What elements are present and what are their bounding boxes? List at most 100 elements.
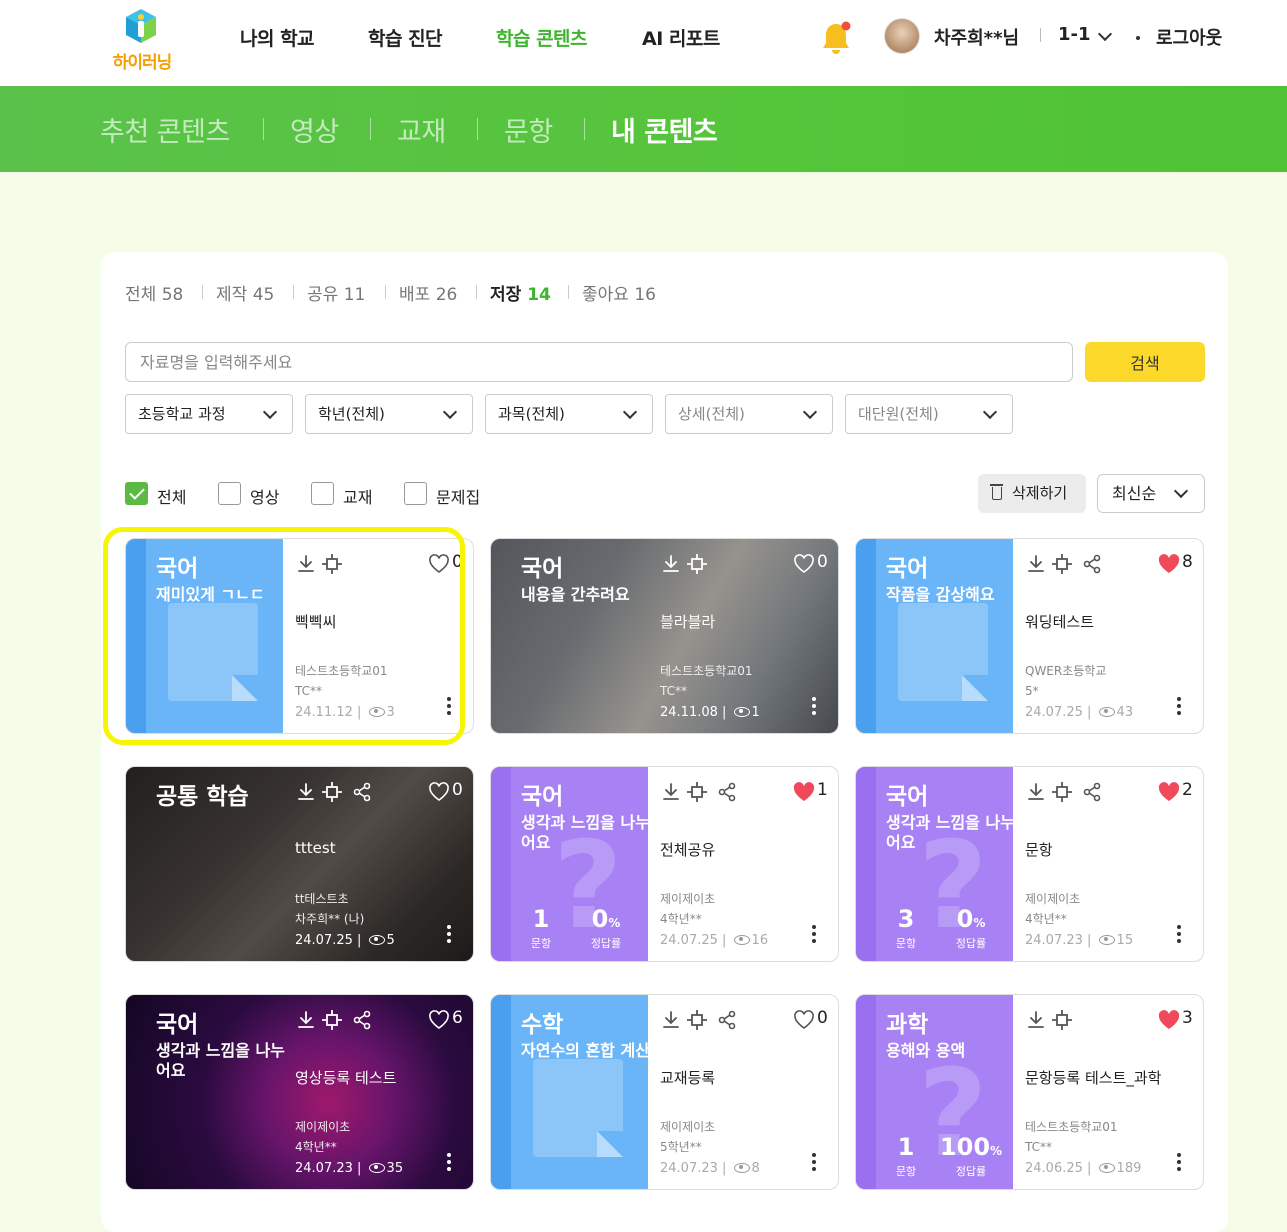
- more-icon[interactable]: [812, 1153, 816, 1175]
- card-subject: 국어: [156, 556, 199, 582]
- move-icon[interactable]: [1051, 553, 1073, 575]
- content-card[interactable]: 국어 내용을 간추려요 0 블라블라 테스트초등학교01 TC** 24.11.0…: [490, 538, 839, 734]
- download-icon[interactable]: [295, 1009, 317, 1031]
- heart-icon: [1158, 782, 1180, 802]
- share-icon[interactable]: [351, 1009, 373, 1031]
- page-icon: [898, 603, 988, 701]
- download-icon[interactable]: [660, 781, 682, 803]
- nav-my-school[interactable]: 나의 학교: [240, 24, 315, 51]
- search-button[interactable]: 검색: [1085, 342, 1205, 382]
- share-icon[interactable]: [351, 781, 373, 803]
- tab-video[interactable]: 영상: [290, 110, 339, 149]
- content-card[interactable]: 국어 재미있게 ㄱㄴㄷ 0 삑삑씨 테스트초등학교01 TC** 24.11.12…: [125, 538, 474, 734]
- select-detail[interactable]: 상세(전체): [665, 394, 833, 434]
- more-icon[interactable]: [447, 925, 451, 947]
- card-grade: 차주희** (나): [295, 912, 365, 926]
- like-button[interactable]: 6: [428, 1008, 463, 1031]
- select-unit[interactable]: 대단원(전체): [845, 394, 1013, 434]
- bell-icon[interactable]: [818, 20, 854, 56]
- card-subject: 공통 학습: [156, 784, 249, 810]
- filter-tab-label: 제작: [216, 285, 248, 305]
- move-icon[interactable]: [1051, 781, 1073, 803]
- content-card[interactable]: 국어 작품을 감상해요 8 워딩테스트 QWER초등학교 5* 24.07.25 …: [855, 538, 1204, 734]
- share-icon[interactable]: [1081, 781, 1103, 803]
- card-title: 영상등록 테스트: [295, 1069, 397, 1087]
- move-icon[interactable]: [686, 553, 708, 575]
- more-icon[interactable]: [1177, 925, 1181, 947]
- share-icon[interactable]: [1081, 553, 1103, 575]
- card-meta: 24.07.25 | 16: [660, 933, 769, 948]
- download-icon[interactable]: [660, 1009, 682, 1031]
- like-button[interactable]: 0: [428, 552, 463, 575]
- card-grade: 4학년**: [295, 1140, 337, 1154]
- content-card[interactable]: ? 3 문항 0% 정답률 국어 생각과 느낌을 나누어요 2 문항 제이제이초 4학…: [855, 766, 1204, 962]
- like-button[interactable]: 8: [1158, 552, 1193, 575]
- correct-rate: 0% 정답률: [573, 905, 639, 951]
- avatar[interactable]: [884, 18, 920, 54]
- more-icon[interactable]: [1177, 1153, 1181, 1175]
- content-card[interactable]: 공통 학습 0 tttest tt테스트초 차주희** (나) 24.07.25 …: [125, 766, 474, 962]
- sort-select[interactable]: 최신순: [1097, 474, 1205, 513]
- tab-recommended[interactable]: 추천 콘텐츠: [100, 110, 230, 149]
- share-icon[interactable]: [716, 1009, 738, 1031]
- filter-tab-made[interactable]: 제작 45: [216, 280, 274, 305]
- tab-textbook[interactable]: 교재: [397, 110, 446, 149]
- select-course[interactable]: 초등학교 과정: [125, 394, 293, 434]
- download-icon[interactable]: [1025, 553, 1047, 575]
- filter-tab-distributed[interactable]: 배포 26: [399, 280, 457, 305]
- filter-tab-shared[interactable]: 공유 11: [307, 280, 365, 305]
- brand-logo[interactable]: 하이러닝: [104, 8, 180, 73]
- more-icon[interactable]: [812, 925, 816, 947]
- move-icon[interactable]: [686, 1009, 708, 1031]
- filter-tab-saved[interactable]: 저장 14: [490, 280, 551, 305]
- filter-tab-count: 16: [634, 285, 656, 305]
- like-button[interactable]: 0: [428, 780, 463, 803]
- content-card[interactable]: ? 1 문항 100% 정답률 과학 용해와 용액 3 문항등록 테스트_과학 테스…: [855, 994, 1204, 1190]
- filter-tab-all[interactable]: 전체 58: [125, 280, 183, 305]
- move-icon[interactable]: [1051, 1009, 1073, 1031]
- brand-name: 하이러닝: [112, 53, 173, 73]
- select-grade[interactable]: 학년(전체): [305, 394, 473, 434]
- tab-questions[interactable]: 문항: [504, 110, 553, 149]
- logout-link[interactable]: 로그아웃: [1156, 24, 1222, 50]
- eye-icon: [368, 1163, 385, 1173]
- book-cover: [126, 539, 283, 733]
- move-icon[interactable]: [321, 553, 343, 575]
- nav-diagnosis[interactable]: 학습 진단: [368, 24, 443, 51]
- like-button[interactable]: 1: [793, 780, 828, 803]
- more-icon[interactable]: [812, 697, 816, 719]
- select-subject[interactable]: 과목(전체): [485, 394, 653, 434]
- more-icon[interactable]: [1177, 697, 1181, 719]
- download-icon[interactable]: [295, 781, 317, 803]
- search-input[interactable]: [125, 342, 1073, 382]
- like-button[interactable]: 2: [1158, 780, 1193, 803]
- card-owner: 제이제이초 4학년**: [1025, 889, 1080, 929]
- download-icon[interactable]: [1025, 1009, 1047, 1031]
- card-meta: 24.07.25 | 5: [295, 933, 395, 948]
- nav-ai-report[interactable]: AI 리포트: [642, 24, 720, 51]
- content-card[interactable]: 국어 생각과 느낌을 나누어요 6 영상등록 테스트 제이제이초 4학년** 24…: [125, 994, 474, 1190]
- like-button[interactable]: 3: [1158, 1008, 1193, 1031]
- download-icon[interactable]: [660, 553, 682, 575]
- move-icon[interactable]: [321, 781, 343, 803]
- tab-my-content[interactable]: 내 콘텐츠: [611, 110, 718, 149]
- heart-icon: [1158, 554, 1180, 574]
- nav-learning-content[interactable]: 학습 콘텐츠: [496, 24, 588, 51]
- filter-tab-count: 26: [435, 285, 458, 305]
- quiz-cover: ? 3 문항 0% 정답률: [856, 767, 1013, 961]
- download-icon[interactable]: [1025, 781, 1047, 803]
- more-icon[interactable]: [447, 1153, 451, 1175]
- download-icon[interactable]: [295, 553, 317, 575]
- delete-button[interactable]: 삭제하기: [978, 474, 1086, 513]
- like-button[interactable]: 0: [793, 552, 828, 575]
- move-icon[interactable]: [686, 781, 708, 803]
- filter-tab-likes[interactable]: 좋아요 16: [582, 280, 656, 305]
- class-selector[interactable]: 1-1: [1058, 24, 1091, 45]
- chevron-down-icon[interactable]: [1097, 26, 1113, 42]
- content-card[interactable]: 수학 자연수의 혼합 계산 0 교재등록 제이제이초 5학년** 24.07.23…: [490, 994, 839, 1190]
- like-button[interactable]: 0: [793, 1008, 828, 1031]
- share-icon[interactable]: [716, 781, 738, 803]
- move-icon[interactable]: [321, 1009, 343, 1031]
- content-card[interactable]: ? 1 문항 0% 정답률 국어 생각과 느낌을 나누어요 1 전체공유 제이제이초…: [490, 766, 839, 962]
- more-icon[interactable]: [447, 697, 451, 719]
